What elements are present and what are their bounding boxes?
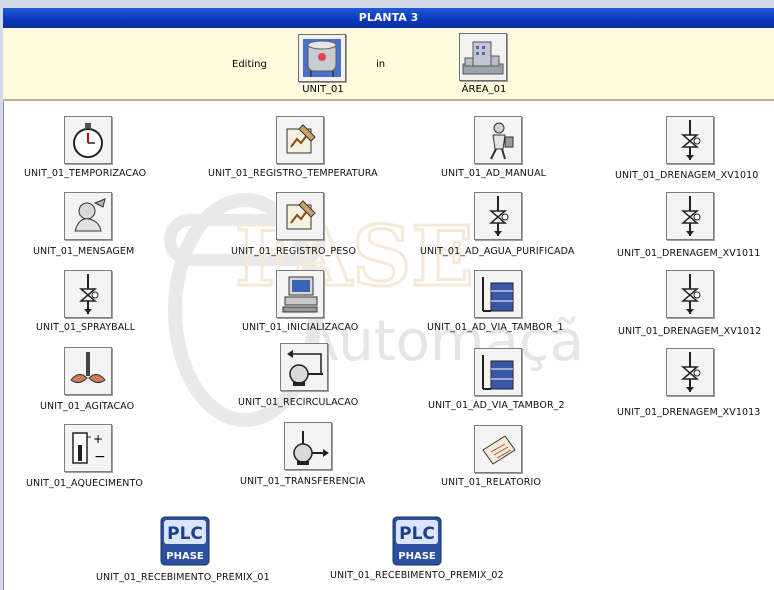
item-label: UNIT_01_DRENAGEM_XV1010 bbox=[615, 170, 759, 181]
plc-phase-icon[interactable]: PLC PHASE bbox=[392, 516, 442, 566]
item-label: UNIT_01_TEMPORIZACAO bbox=[24, 168, 147, 179]
item-label: UNIT_01_SPRAYBALL bbox=[36, 322, 136, 333]
area-building-icon[interactable] bbox=[459, 33, 507, 81]
valve-icon[interactable] bbox=[666, 348, 714, 396]
valve-icon[interactable] bbox=[64, 270, 112, 318]
watermark-word-2: Automação bbox=[300, 309, 580, 374]
editing-label: Editing bbox=[232, 59, 267, 70]
plc-phase-icon[interactable]: PLC PHASE bbox=[160, 516, 210, 566]
editing-bar: Editing UNIT_01 in ÁREA_01 bbox=[3, 29, 774, 101]
item-label: UNIT_01_INICIALIZACAO bbox=[242, 322, 359, 333]
message-icon[interactable] bbox=[64, 192, 112, 240]
item-label: UNIT_01_DRENAGEM_XV1011 bbox=[617, 248, 761, 259]
item-label: UNIT_01_REGISTRO_PESO bbox=[231, 246, 357, 257]
item-label: UNIT_01_RECIRCULACAO bbox=[238, 397, 359, 408]
item-label: UNIT_01_AGITACAO bbox=[40, 401, 135, 412]
unit-tank-icon[interactable] bbox=[298, 34, 346, 82]
item-label: UNIT_01_REGISTRO_TEMPERATURA bbox=[208, 168, 378, 179]
item-label: UNIT_01_AD_VIA_TAMBOR_1 bbox=[427, 322, 564, 333]
stopwatch-icon[interactable] bbox=[64, 116, 112, 164]
agitator-icon[interactable] bbox=[64, 347, 112, 395]
item-label: UNIT_01_TRANSFERENCIA bbox=[240, 476, 366, 487]
item-label: UNIT_01_AD_MANUAL bbox=[441, 168, 547, 179]
svg-text:PHASE: PHASE bbox=[398, 551, 436, 562]
item-label: UNIT_01_AQUECIMENTO bbox=[26, 478, 143, 489]
item-label: UNIT_01_MENSAGEM bbox=[33, 246, 135, 257]
report-icon[interactable] bbox=[474, 425, 522, 473]
record-icon[interactable] bbox=[276, 192, 324, 240]
in-label: in bbox=[376, 59, 386, 70]
item-label: UNIT_01_DRENAGEM_XV1012 bbox=[618, 326, 762, 337]
watermark-word-1: FASE bbox=[235, 209, 474, 305]
svg-text:PHASE: PHASE bbox=[166, 551, 204, 562]
drum-icon[interactable] bbox=[474, 270, 522, 318]
svg-text:PLC: PLC bbox=[399, 524, 435, 544]
item-label: UNIT_01_RECEBIMENTO_PREMIX_01 bbox=[96, 572, 270, 583]
item-label: UNIT_01_RELATORIO bbox=[441, 477, 541, 488]
valve-icon[interactable] bbox=[666, 116, 714, 164]
item-label: UNIT_01_AD_VIA_TAMBOR_2 bbox=[428, 400, 565, 411]
svg-text:−: − bbox=[94, 449, 106, 465]
item-label: UNIT_01_AD_AGUA_PURIFICADA bbox=[420, 246, 575, 257]
valve-icon[interactable] bbox=[666, 192, 714, 240]
item-label: UNIT_01_DRENAGEM_XV1013 bbox=[617, 407, 761, 418]
record-icon[interactable] bbox=[276, 116, 324, 164]
drum-icon[interactable] bbox=[474, 348, 522, 396]
svg-text:+: + bbox=[93, 432, 103, 446]
thermometer-icon[interactable]: + − bbox=[64, 424, 112, 472]
valve-icon[interactable] bbox=[666, 270, 714, 318]
svg-text:PLC: PLC bbox=[167, 524, 203, 544]
window-title: PLANTA 3 bbox=[3, 8, 774, 29]
item-label: UNIT_01_RECEBIMENTO_PREMIX_02 bbox=[330, 570, 504, 581]
unit-caption: UNIT_01 bbox=[302, 84, 344, 95]
computer-icon[interactable] bbox=[276, 270, 324, 318]
operator-icon[interactable] bbox=[474, 116, 522, 164]
area-caption: ÁREA_01 bbox=[461, 84, 507, 95]
pump-transfer-icon[interactable] bbox=[284, 422, 332, 470]
pump-recirculation-icon[interactable] bbox=[280, 343, 328, 391]
valve-icon[interactable] bbox=[474, 192, 522, 240]
